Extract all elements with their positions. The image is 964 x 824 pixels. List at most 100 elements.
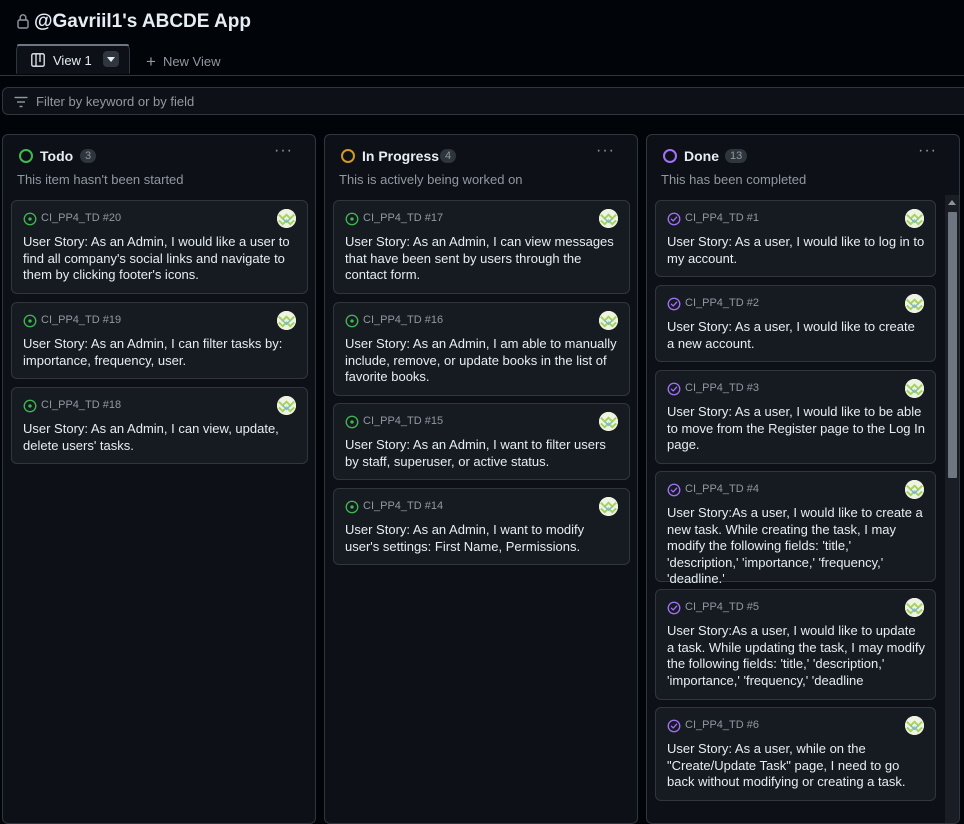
issue-title[interactable]: User Story: As an Admin, I can view mess…: [345, 234, 619, 284]
column-title: Done: [684, 148, 719, 164]
assignee-avatar[interactable]: [905, 716, 924, 735]
column-description: This is actively being worked on: [339, 172, 523, 187]
issue-card[interactable]: CI_PP4_TD #2 User Story: As a user, I wo…: [655, 285, 936, 362]
issue-card[interactable]: CI_PP4_TD #14 User Story: As an Admin, I…: [333, 488, 630, 565]
closed-issue-icon: [667, 483, 681, 497]
open-issue-icon: [345, 212, 359, 226]
plus-icon: +: [146, 52, 156, 71]
open-issue-icon: [23, 314, 37, 328]
board-icon: [31, 53, 45, 67]
issue-id[interactable]: CI_PP4_TD #2: [685, 297, 759, 309]
filter-input[interactable]: Filter by keyword or by field: [2, 87, 964, 115]
issue-card[interactable]: CI_PP4_TD #15 User Story: As an Admin, I…: [333, 403, 630, 480]
issue-title[interactable]: User Story: As an Admin, I can view, upd…: [23, 421, 297, 454]
column-in-progress: In Progress 4 ··· This is actively being…: [324, 134, 638, 824]
issue-id[interactable]: CI_PP4_TD #19: [41, 314, 121, 326]
item-count-badge: 13: [725, 149, 748, 163]
assignee-avatar[interactable]: [905, 209, 924, 228]
tab-view-1[interactable]: View 1: [16, 44, 130, 74]
column-header: Done 13 ···: [661, 142, 945, 168]
closed-issue-icon: [667, 297, 681, 311]
issue-card[interactable]: CI_PP4_TD #1 User Story: As a user, I wo…: [655, 200, 936, 277]
issue-card[interactable]: CI_PP4_TD #3 User Story: As a user, I wo…: [655, 370, 936, 464]
issue-title[interactable]: User Story: As a user, I would like to c…: [667, 319, 925, 352]
issue-card[interactable]: CI_PP4_TD #18 User Story: As an Admin, I…: [11, 387, 308, 464]
issue-title[interactable]: User Story: As a user, while on the "Cre…: [667, 741, 925, 791]
status-circle-icon: [663, 149, 677, 163]
assignee-avatar[interactable]: [905, 294, 924, 313]
scrollbar-thumb[interactable]: [948, 212, 957, 478]
issue-title[interactable]: User Story: As a user, I would like to b…: [667, 404, 925, 454]
open-issue-icon: [345, 500, 359, 514]
issue-title[interactable]: User Story:As a user, I would like to cr…: [667, 505, 925, 588]
assignee-avatar[interactable]: [599, 209, 618, 228]
open-issue-icon: [345, 415, 359, 429]
issue-card[interactable]: CI_PP4_TD #20 User Story: As an Admin, I…: [11, 200, 308, 294]
assignee-avatar[interactable]: [905, 598, 924, 617]
issue-card[interactable]: CI_PP4_TD #17 User Story: As an Admin, I…: [333, 200, 630, 294]
column-menu-button[interactable]: ···: [596, 142, 615, 160]
issue-title[interactable]: User Story: As an Admin, I would like a …: [23, 234, 297, 284]
scroll-up-arrow-icon[interactable]: [948, 200, 956, 205]
issue-id[interactable]: CI_PP4_TD #20: [41, 212, 121, 224]
issue-id[interactable]: CI_PP4_TD #15: [363, 415, 443, 427]
issue-id[interactable]: CI_PP4_TD #17: [363, 212, 443, 224]
issue-title[interactable]: User Story: As an Admin, I am able to ma…: [345, 336, 619, 386]
issue-card[interactable]: CI_PP4_TD #16 User Story: As an Admin, I…: [333, 302, 630, 396]
issue-card[interactable]: CI_PP4_TD #4 User Story:As a user, I wou…: [655, 471, 936, 586]
column-description: This has been completed: [661, 172, 807, 187]
filter-icon: [14, 96, 28, 108]
issue-id[interactable]: CI_PP4_TD #4: [685, 483, 759, 495]
issue-id[interactable]: CI_PP4_TD #18: [41, 399, 121, 411]
assignee-avatar[interactable]: [277, 396, 296, 415]
view-options-button[interactable]: [103, 51, 119, 67]
closed-issue-icon: [667, 212, 681, 226]
column-title: Todo: [40, 148, 74, 164]
issue-id[interactable]: CI_PP4_TD #1: [685, 212, 759, 224]
column-scrollbar[interactable]: [945, 195, 959, 823]
assignee-avatar[interactable]: [277, 311, 296, 330]
item-count-badge: 4: [440, 149, 457, 163]
issue-title[interactable]: User Story: As an Admin, I want to modif…: [345, 522, 619, 555]
column-done: Done 13 ··· This has been completed CI_P…: [646, 134, 960, 824]
assignee-avatar[interactable]: [599, 311, 618, 330]
assignee-avatar[interactable]: [905, 480, 924, 499]
issue-id[interactable]: CI_PP4_TD #14: [363, 500, 443, 512]
issue-card[interactable]: CI_PP4_TD #5 User Story:As a user, I wou…: [655, 589, 936, 700]
issue-id[interactable]: CI_PP4_TD #5: [685, 601, 759, 613]
issue-title[interactable]: User Story:As a user, I would like to up…: [667, 623, 925, 689]
issue-card[interactable]: CI_PP4_TD #6 User Story: As a user, whil…: [655, 707, 936, 801]
column-header: Todo 3 ···: [17, 142, 301, 168]
new-view-label: New View: [162, 54, 221, 69]
assignee-avatar[interactable]: [277, 209, 296, 228]
issue-id[interactable]: CI_PP4_TD #16: [363, 314, 443, 326]
lock-icon: [17, 14, 29, 29]
column-menu-button[interactable]: ···: [274, 142, 293, 160]
filter-placeholder: Filter by keyword or by field: [36, 94, 195, 109]
new-view-button[interactable]: + New View: [146, 51, 221, 71]
column-title: In Progress: [362, 148, 440, 164]
issue-id[interactable]: CI_PP4_TD #3: [685, 382, 759, 394]
assignee-avatar[interactable]: [599, 412, 618, 431]
issue-title[interactable]: User Story: As an Admin, I can filter ta…: [23, 336, 297, 369]
chevron-down-icon: [107, 56, 115, 62]
assignee-avatar[interactable]: [905, 379, 924, 398]
issue-id[interactable]: CI_PP4_TD #6: [685, 719, 759, 731]
issue-title[interactable]: User Story: As a user, I would like to l…: [667, 234, 925, 267]
open-issue-icon: [23, 399, 37, 413]
column-menu-button[interactable]: ···: [918, 142, 937, 160]
closed-issue-icon: [667, 719, 681, 733]
column-description: This item hasn't been started: [17, 172, 184, 187]
project-header: @Gavriil1's ABCDE App: [0, 0, 964, 44]
closed-issue-icon: [667, 601, 681, 615]
assignee-avatar[interactable]: [599, 497, 618, 516]
tab-view-1-label: View 1: [53, 53, 92, 68]
issue-title[interactable]: User Story: As an Admin, I want to filte…: [345, 437, 619, 470]
page-title: @Gavriil1's ABCDE App: [34, 11, 251, 32]
open-issue-icon: [23, 212, 37, 226]
column-todo: Todo 3 ··· This item hasn't been started…: [2, 134, 316, 824]
closed-issue-icon: [667, 382, 681, 396]
issue-card[interactable]: CI_PP4_TD #19 User Story: As an Admin, I…: [11, 302, 308, 379]
item-count-badge: 3: [80, 149, 97, 163]
open-issue-icon: [345, 314, 359, 328]
